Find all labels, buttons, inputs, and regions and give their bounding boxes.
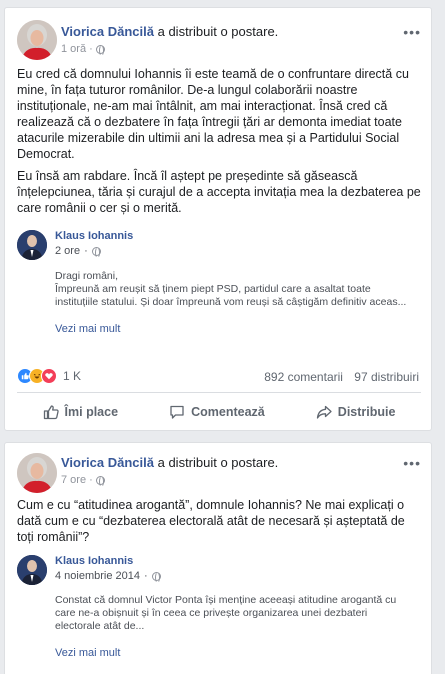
author-avatar[interactable] — [17, 453, 57, 493]
shared-avatar-image — [17, 555, 47, 585]
shared-author-avatar[interactable] — [17, 230, 47, 260]
globe-icon[interactable] — [95, 475, 105, 487]
post-stats: 892 comentarii 97 distribuiri — [264, 370, 419, 384]
shared-meta: 4 noiembrie 2014 · — [55, 570, 161, 583]
thumbs-up-icon — [43, 405, 59, 420]
post-meta: 1 oră · — [61, 43, 105, 56]
globe-icon[interactable] — [95, 44, 105, 56]
globe-icon — [151, 571, 161, 583]
shared-post[interactable]: Klaus Iohannis 2 ore · Dragi români, Împ… — [17, 228, 421, 348]
avatar-image — [17, 453, 57, 493]
shared-body: Constat că domnul Victor Ponta își menți… — [55, 594, 415, 633]
post-action-text: a distribuit o postare. — [157, 455, 279, 470]
see-more-link[interactable]: Vezi mai mult — [55, 323, 120, 335]
more-options-icon[interactable]: ••• — [403, 24, 421, 40]
more-options-icon[interactable]: ••• — [403, 455, 421, 471]
like-label: Îmi place — [64, 405, 119, 419]
shared-body-line: Constat că domnul Victor Ponta își menți… — [55, 594, 397, 632]
divider — [17, 392, 421, 393]
comment-button[interactable]: Comentează — [159, 398, 275, 426]
shares-count[interactable]: 97 distribuiri — [354, 370, 419, 384]
author-line: Viorica Dăncilă a distribuit o postare. — [61, 455, 278, 470]
post-paragraph: Eu cred că domnului Iohannis îi este tea… — [17, 67, 409, 161]
share-label: Distribuie — [337, 405, 396, 419]
comment-icon — [170, 405, 184, 419]
shared-body-line: Dragi români, — [55, 270, 119, 282]
love-reaction-icon — [41, 368, 57, 384]
author-avatar[interactable] — [17, 20, 57, 60]
author-name[interactable]: Viorica Dăncilă — [61, 24, 154, 39]
like-button[interactable]: Îmi place — [33, 398, 129, 426]
post-action-text: a distribuit o postare. — [157, 24, 279, 39]
shared-post[interactable]: Klaus Iohannis 4 noiembrie 2014 · Consta… — [17, 553, 421, 668]
post-paragraph: Eu însă am rabdare. Încă îl aștept pe pr… — [17, 169, 421, 215]
comments-count[interactable]: 892 comentarii — [264, 370, 343, 384]
share-icon — [316, 405, 332, 419]
post-paragraph: Cum e cu “atitudinea arogantă”, domnule … — [17, 498, 405, 544]
post-time[interactable]: 1 oră — [61, 43, 86, 55]
shared-body-line: Împreună am reușit să ținem piept PSD, p… — [55, 283, 407, 308]
post-meta: 7 ore · — [61, 474, 105, 487]
shared-author-avatar[interactable] — [17, 555, 47, 585]
post-card: Viorica Dăncilă a distribuit o postare. … — [4, 7, 432, 431]
reactions-count: 1 K — [63, 369, 82, 383]
share-button[interactable]: Distribuie — [306, 398, 406, 426]
post-text: Eu cred că domnului Iohannis îi este tea… — [17, 66, 421, 222]
shared-time[interactable]: 2 ore — [55, 245, 80, 257]
post-actions: Îmi place Comentează Distribuie — [17, 398, 421, 426]
shared-body: Dragi români, Împreună am reușit să ține… — [55, 270, 415, 309]
reactions-summary[interactable]: 1 K — [17, 368, 81, 384]
shared-author-name[interactable]: Klaus Iohannis — [55, 555, 133, 567]
post-time[interactable]: 7 ore — [61, 474, 86, 486]
author-name[interactable]: Viorica Dăncilă — [61, 455, 154, 470]
comment-label: Comentează — [191, 405, 265, 419]
post-card: Viorica Dăncilă a distribuit o postare. … — [4, 442, 432, 674]
author-line: Viorica Dăncilă a distribuit o postare. — [61, 24, 278, 39]
see-more-link[interactable]: Vezi mai mult — [55, 647, 120, 659]
shared-author-name[interactable]: Klaus Iohannis — [55, 230, 133, 242]
avatar-image — [17, 20, 57, 60]
post-text: Cum e cu “atitudinea arogantă”, domnule … — [17, 497, 421, 551]
shared-time[interactable]: 4 noiembrie 2014 — [55, 570, 140, 582]
shared-avatar-image — [17, 230, 47, 260]
shared-meta: 2 ore · — [55, 245, 101, 258]
globe-icon — [91, 246, 101, 258]
